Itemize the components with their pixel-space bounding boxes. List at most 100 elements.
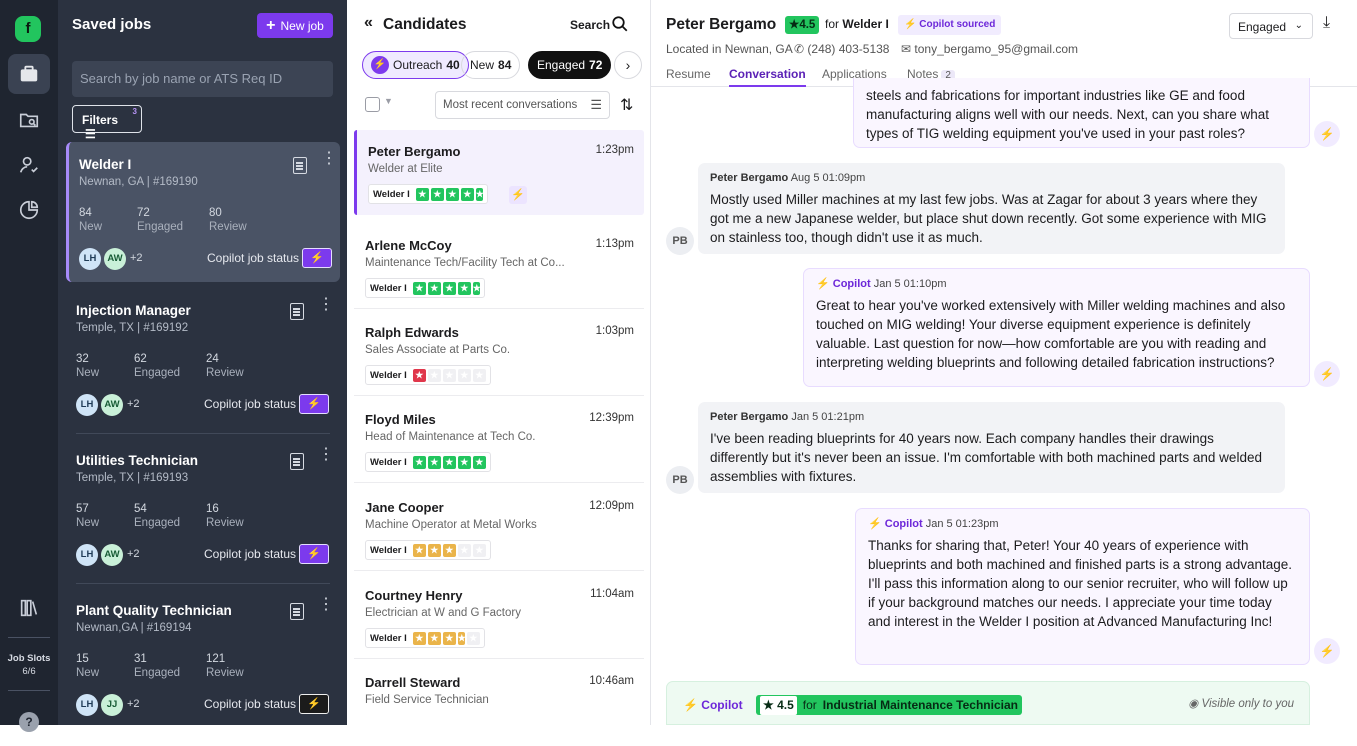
candidate-row[interactable]: Arlene McCoy 1:13pm Maintenance Tech/Fac… bbox=[354, 224, 644, 309]
rail-divider bbox=[8, 690, 50, 691]
filter-icon: ☰ bbox=[85, 127, 96, 141]
copilot-status-icon[interactable]: ⚡ bbox=[299, 694, 329, 714]
nav-rail: f Job Slots 6/6 ? bbox=[0, 0, 58, 732]
avatar: LH bbox=[79, 248, 101, 270]
rail-divider bbox=[8, 637, 50, 638]
job-location: Newnan,GA | #169194 bbox=[76, 622, 192, 634]
search-button[interactable]: Search bbox=[570, 18, 610, 32]
candidate-subtitle: Welder at Elite bbox=[368, 163, 443, 175]
candidate-subtitle: Machine Operator at Metal Works bbox=[365, 519, 537, 531]
candidate-row[interactable]: Ralph Edwards 1:03pm Sales Associate at … bbox=[354, 311, 644, 396]
candidate-row[interactable]: Darrell Steward 10:46am Field Service Te… bbox=[354, 661, 644, 746]
job-search-input[interactable]: Search by job name or ATS Req ID bbox=[72, 61, 333, 97]
stat-new: 84 New bbox=[79, 207, 103, 233]
stat-engaged: 72 Engaged bbox=[137, 207, 184, 233]
job-title: Plant Quality Technician bbox=[76, 603, 232, 618]
nav-candidates-icon[interactable] bbox=[8, 145, 50, 185]
candidate-message: Peter Bergamo Aug 5 01:09pm Mostly used M… bbox=[698, 163, 1285, 254]
copilot-status-icon[interactable]: ⚡ bbox=[299, 394, 329, 414]
job-card[interactable]: Injection Manager Temple, TX | #169192 ⋮… bbox=[66, 288, 340, 428]
document-icon[interactable] bbox=[293, 157, 307, 174]
rating-tag: Welder I ★ ★ ★ ★ ★ bbox=[365, 628, 485, 648]
eye-icon: ◉ bbox=[1188, 698, 1199, 710]
copilot-sourced-badge: ⚡ Copilot sourced bbox=[898, 15, 1002, 35]
copilot-icon: ⚡ bbox=[1314, 361, 1340, 387]
rating-tag: Welder I ★ ★ ★ ★ ★ bbox=[365, 540, 491, 560]
document-icon[interactable] bbox=[290, 603, 304, 620]
app-logo[interactable]: f bbox=[15, 16, 41, 42]
tab-outreach[interactable]: ⚡ Outreach 40 bbox=[362, 51, 469, 79]
score-badge: ★4.5 bbox=[785, 16, 820, 34]
copilot-icon: ⚡ bbox=[1314, 638, 1340, 664]
job-location: Temple, TX | #169193 bbox=[76, 472, 189, 484]
candidate-name: Arlene McCoy bbox=[365, 238, 452, 253]
sort-direction-icon[interactable]: ⇅ bbox=[620, 95, 633, 115]
job-card[interactable]: Welder I Newnan, GA | #169190 ⋮ 84 New 72… bbox=[66, 142, 340, 282]
tab-resume[interactable]: Resume bbox=[666, 67, 711, 81]
candidate-time: 12:09pm bbox=[589, 500, 634, 512]
candidate-name: Darrell Steward bbox=[365, 675, 461, 690]
avatar-more-count: +2 bbox=[127, 398, 140, 410]
more-icon[interactable]: ⋮ bbox=[318, 597, 334, 613]
candidate-time: 1:03pm bbox=[595, 325, 634, 337]
candidate-subtitle: Head of Maintenance at Tech Co. bbox=[365, 431, 536, 443]
filter-icon: ☰ bbox=[590, 97, 602, 112]
tab-conversation[interactable]: Conversation bbox=[729, 67, 806, 87]
filters-count: 3 bbox=[132, 107, 137, 116]
avatar: JJ bbox=[101, 694, 123, 716]
tab-engaged[interactable]: Engaged 72 bbox=[528, 51, 612, 79]
filters-button[interactable]: Filters ☰ 3 bbox=[72, 105, 142, 141]
nav-jobs-icon[interactable] bbox=[8, 54, 50, 94]
candidate-name: Jane Cooper bbox=[365, 500, 444, 515]
sort-select[interactable]: Most recent conversations ☰ bbox=[435, 91, 610, 119]
chevron-down-icon[interactable]: ▼ bbox=[384, 96, 393, 106]
candidate-name: Peter Bergamo bbox=[368, 144, 461, 159]
download-icon[interactable]: ⤓ bbox=[1323, 14, 1330, 32]
candidate-row[interactable]: Courtney Henry 11:04am Electrician at W … bbox=[354, 574, 644, 659]
job-slots-label: Job Slots bbox=[7, 653, 51, 664]
candidate-detail: Peter Bergamo ★4.5 for Welder I ⚡ Copilo… bbox=[651, 0, 1357, 725]
chevron-right-icon[interactable]: › bbox=[614, 51, 642, 79]
copilot-status-icon[interactable]: ⚡ bbox=[302, 248, 332, 268]
new-job-label: New job bbox=[280, 18, 324, 33]
copilot-status-label: Copilot job status bbox=[207, 251, 300, 265]
document-icon[interactable] bbox=[290, 303, 304, 320]
candidate-row[interactable]: Peter Bergamo 1:23pm Welder at Elite Wel… bbox=[354, 130, 644, 215]
document-icon[interactable] bbox=[290, 453, 304, 470]
help-icon[interactable]: ? bbox=[19, 712, 39, 732]
mail-icon: ✉ bbox=[901, 42, 912, 56]
more-icon[interactable]: ⋮ bbox=[318, 447, 334, 463]
copilot-match-card: ⚡ Copilot ★ 4.5 for Industrial Maintenance… bbox=[666, 681, 1310, 725]
tab-new[interactable]: New 84 bbox=[461, 51, 521, 79]
candidate-time: 1:13pm bbox=[595, 238, 634, 250]
copilot-status-icon[interactable]: ⚡ bbox=[299, 544, 329, 564]
candidate-name: Peter Bergamo bbox=[666, 16, 777, 33]
search-icon[interactable] bbox=[611, 15, 629, 33]
copilot-label: ⚡ Copilot bbox=[683, 698, 743, 712]
candidate-name: Floyd Miles bbox=[365, 412, 436, 427]
more-icon[interactable]: ⋮ bbox=[318, 297, 334, 313]
candidate-row[interactable]: Jane Cooper 12:09pm Machine Operator at … bbox=[354, 486, 644, 571]
avatar-more-count: +2 bbox=[130, 252, 143, 264]
candidate-time: 11:04am bbox=[590, 588, 634, 600]
status-select[interactable]: Engaged ⌄ bbox=[1229, 13, 1313, 39]
nav-folder-search-icon[interactable] bbox=[8, 100, 50, 140]
rating-tag: Welder I ★ ★ ★ ★ ★ bbox=[368, 184, 488, 204]
nav-analytics-icon[interactable] bbox=[8, 190, 50, 230]
stat-review: 121 Review bbox=[206, 653, 244, 679]
phone-icon: ✆ bbox=[794, 42, 805, 56]
job-card[interactable]: Utilities Technician Temple, TX | #16919… bbox=[66, 438, 340, 578]
select-all-checkbox[interactable] bbox=[365, 97, 380, 112]
more-icon[interactable]: ⋮ bbox=[321, 151, 337, 167]
job-card[interactable]: Plant Quality Technician Newnan,GA | #16… bbox=[66, 588, 340, 728]
stat-engaged: 31 Engaged bbox=[134, 653, 181, 679]
stat-engaged: 62 Engaged bbox=[134, 353, 181, 379]
new-job-button[interactable]: + New job bbox=[257, 13, 333, 38]
candidate-subtitle: Sales Associate at Parts Co. bbox=[365, 344, 511, 356]
candidate-row[interactable]: Floyd Miles 12:39pm Head of Maintenance … bbox=[354, 398, 644, 483]
copilot-icon: ⚡ bbox=[371, 56, 389, 74]
candidate-time: 1:23pm bbox=[595, 144, 634, 156]
nav-library-icon[interactable] bbox=[8, 588, 50, 628]
avatar: AW bbox=[101, 394, 123, 416]
collapse-icon[interactable]: « bbox=[364, 14, 373, 32]
